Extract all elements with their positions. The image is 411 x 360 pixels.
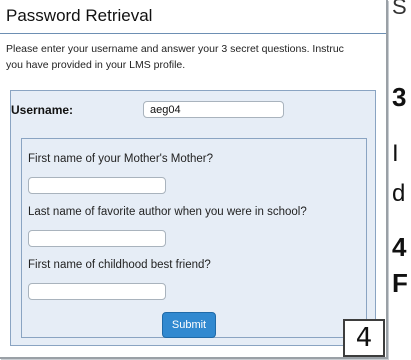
slide-text-fragment: S [392,0,407,19]
question-3-answer-input[interactable] [28,283,166,300]
submit-button[interactable]: Submit [162,312,216,338]
username-label: Username: [11,103,74,117]
slide-text-fragment: I [392,140,399,167]
question-2-label: Last name of favorite author when you we… [28,206,307,218]
username-input[interactable] [143,101,284,118]
question-1-label: First name of your Mother's Mother? [28,153,213,165]
slide-text-fragment: d [392,180,406,207]
password-retrieval-dialog: Password Retrieval Please enter your use… [0,0,388,359]
question-3-label: First name of childhood best friend? [28,259,211,271]
instructions-line: you have provided in your LMS profile. [6,59,186,71]
slide-text-fragment: F [392,268,408,298]
slide-text-fragment: 4 [392,232,407,262]
instructions-text: Please enter your username and answer yo… [6,41,378,73]
instructions-line: Please enter your username and answer yo… [6,43,344,55]
title-divider [0,33,386,34]
question-2-answer-input[interactable] [28,230,166,247]
dialog-title: Password Retrieval [6,6,153,25]
slide-text-fragment: 3 [392,82,407,112]
page-number-badge: 4 [343,319,385,357]
question-1-answer-input[interactable] [28,177,166,194]
screen: S 3 I d 4 F Password Retrieval Please en… [0,0,411,360]
